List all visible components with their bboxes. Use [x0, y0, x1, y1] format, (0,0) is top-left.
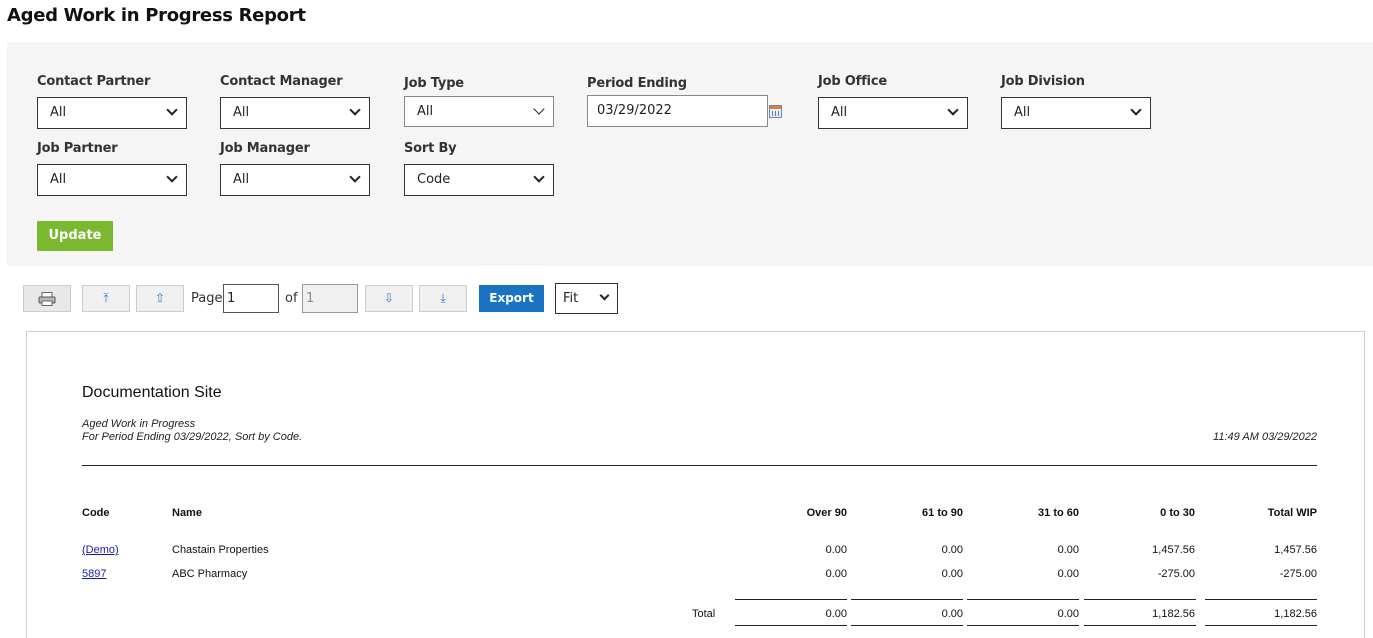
contact-partner-value: All: [50, 105, 67, 120]
contact-partner-select[interactable]: All: [37, 97, 187, 129]
0-30-value: 1,457.56: [1152, 544, 1195, 556]
total-rule: [1205, 599, 1317, 600]
over-90-value: 0.00: [825, 544, 847, 556]
column-header-61-90: 61 to 90: [922, 507, 963, 519]
column-header-code: Code: [82, 507, 110, 519]
job-division-select[interactable]: All: [1001, 97, 1151, 129]
report-period: For Period Ending 03/29/2022, Sort by Co…: [82, 431, 303, 443]
total-label: Total: [692, 608, 716, 620]
total-over-90: 0.00: [825, 608, 847, 620]
chevron-down-icon: [349, 171, 361, 183]
chevron-down-icon: [533, 103, 545, 115]
total-underline: [1084, 625, 1196, 626]
first-page-icon: ⤒: [103, 291, 109, 305]
page-title: Aged Work in Progress Report: [7, 5, 306, 26]
total-underline: [1205, 625, 1317, 626]
report-site-name: Documentation Site: [82, 384, 222, 401]
column-header-name: Name: [172, 507, 202, 519]
column-header-31-60: 31 to 60: [1038, 507, 1079, 519]
31-60-value: 0.00: [1057, 568, 1079, 580]
last-page-icon: ⤓: [440, 291, 446, 305]
job-manager-label: Job Manager: [220, 141, 310, 156]
job-office-value: All: [831, 105, 848, 120]
total-rule: [851, 599, 963, 600]
chevron-down-icon: [1130, 104, 1142, 116]
over-90-value: 0.00: [825, 568, 847, 580]
previous-page-button[interactable]: ⇧: [136, 285, 184, 312]
total-31-60: 0.00: [1057, 608, 1079, 620]
next-page-button[interactable]: ⇩: [365, 285, 413, 312]
print-button[interactable]: [23, 285, 71, 312]
job-name: Chastain Properties: [172, 544, 269, 556]
61-90-value: 0.00: [941, 544, 963, 556]
chevron-down-icon: [947, 104, 959, 116]
total-rule: [735, 599, 847, 600]
job-office-select[interactable]: All: [818, 97, 968, 129]
job-manager-value: All: [233, 172, 250, 187]
total-rule: [967, 599, 1079, 600]
sort-by-value: Code: [417, 172, 451, 187]
total-underline: [851, 625, 963, 626]
contact-manager-select[interactable]: All: [220, 97, 370, 129]
job-partner-value: All: [50, 172, 67, 187]
job-code-link[interactable]: (Demo): [82, 544, 119, 556]
column-header-over-90: Over 90: [806, 507, 847, 519]
calendar-icon[interactable]: [769, 105, 782, 118]
last-page-button[interactable]: ⤓: [419, 285, 467, 312]
chevron-down-icon: [349, 104, 361, 116]
chevron-down-icon: [599, 290, 610, 301]
of-label: of: [285, 291, 298, 306]
job-manager-select[interactable]: All: [220, 164, 370, 196]
previous-page-icon: ⇧: [154, 291, 166, 305]
period-ending-input[interactable]: 03/29/2022: [587, 95, 768, 127]
printer-icon: [38, 291, 56, 306]
update-button[interactable]: Update: [37, 221, 113, 251]
31-60-value: 0.00: [1057, 544, 1079, 556]
job-partner-label: Job Partner: [37, 141, 118, 156]
job-division-label: Job Division: [1001, 74, 1085, 89]
page-label: Page: [191, 291, 223, 306]
job-type-value: All: [417, 104, 434, 119]
report-subtitle: Aged Work in Progress: [82, 418, 196, 430]
chevron-down-icon: [533, 171, 545, 183]
page-number-input[interactable]: 1: [223, 284, 279, 313]
total-wip-value: -275.00: [1279, 568, 1317, 580]
contact-manager-label: Contact Manager: [220, 74, 343, 89]
chevron-down-icon: [166, 171, 178, 183]
0-30-value: -275.00: [1157, 568, 1195, 580]
job-code-link[interactable]: 5897: [82, 568, 106, 580]
total-underline: [735, 625, 847, 626]
header-divider: [82, 465, 1317, 466]
contact-partner-label: Contact Partner: [37, 74, 151, 89]
first-page-button[interactable]: ⤒: [82, 285, 130, 312]
total-wip: 1,182.56: [1274, 608, 1317, 620]
zoom-select[interactable]: Fit: [555, 283, 618, 314]
report-timestamp: 11:49 AM 03/29/2022: [1213, 431, 1317, 443]
total-pages-field: 1: [302, 284, 358, 313]
total-underline: [967, 625, 1079, 626]
chevron-down-icon: [166, 104, 178, 116]
total-61-90: 0.00: [941, 608, 963, 620]
job-office-label: Job Office: [818, 74, 887, 89]
contact-manager-value: All: [233, 105, 250, 120]
export-button[interactable]: Export: [479, 285, 544, 312]
sort-by-select[interactable]: Code: [404, 164, 554, 196]
total-0-30: 1,182.56: [1152, 608, 1195, 620]
sort-by-label: Sort By: [404, 141, 457, 156]
job-type-label: Job Type: [404, 76, 464, 91]
total-rule: [1084, 599, 1196, 600]
column-header-total-wip: Total WIP: [1267, 507, 1317, 519]
job-partner-select[interactable]: All: [37, 164, 187, 196]
column-header-0-30: 0 to 30: [1160, 507, 1195, 519]
61-90-value: 0.00: [941, 568, 963, 580]
period-ending-label: Period Ending: [587, 76, 687, 91]
report-viewer: Documentation Site Aged Work in Progress…: [26, 331, 1365, 638]
job-type-select[interactable]: All: [404, 96, 554, 127]
job-name: ABC Pharmacy: [172, 568, 248, 580]
job-division-value: All: [1014, 105, 1031, 120]
next-page-icon: ⇩: [383, 291, 395, 305]
total-wip-value: 1,457.56: [1274, 544, 1317, 556]
zoom-value: Fit: [563, 291, 579, 306]
